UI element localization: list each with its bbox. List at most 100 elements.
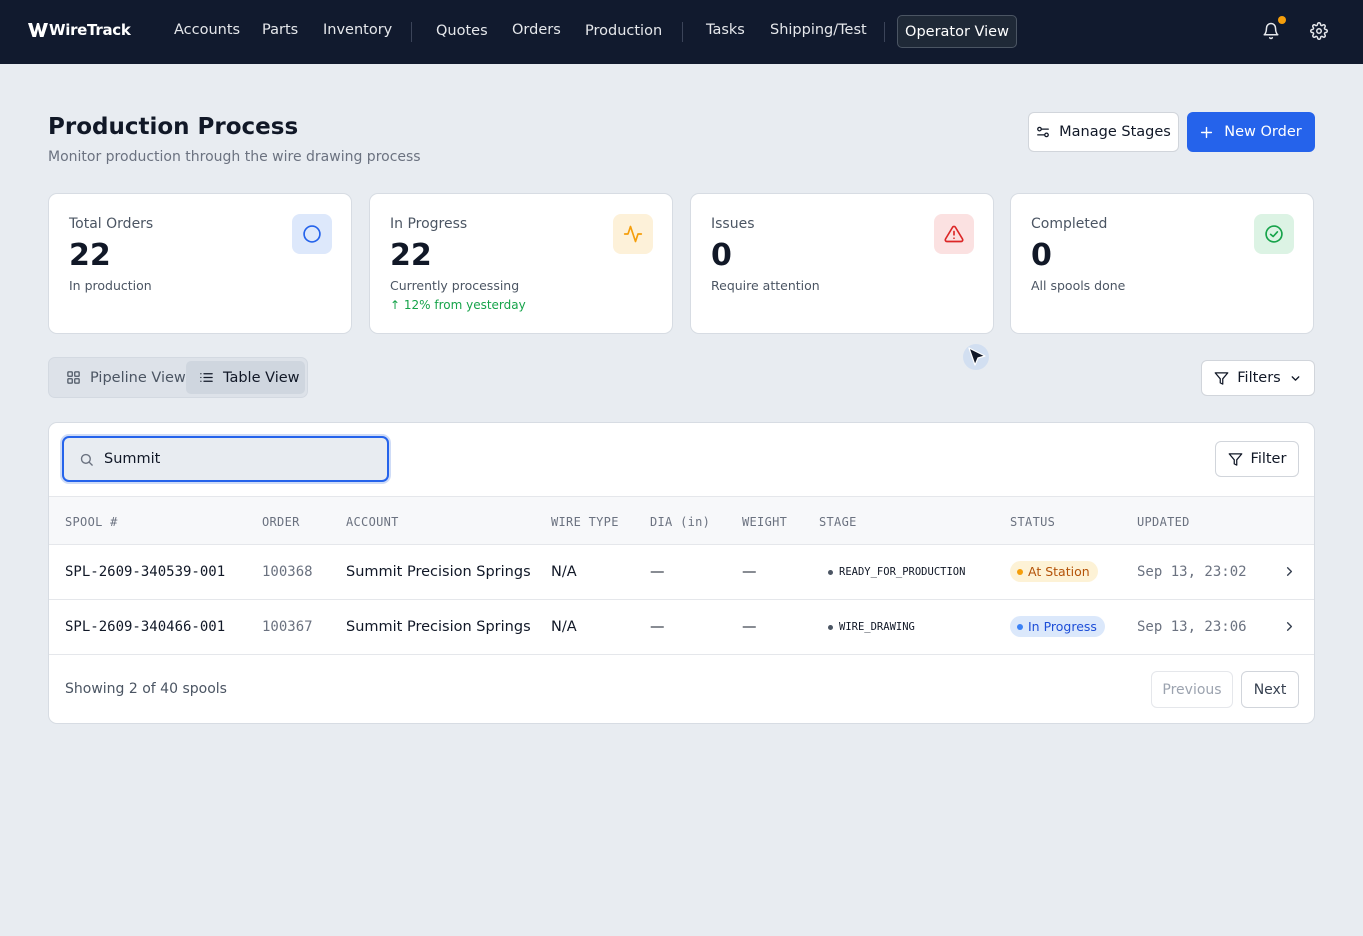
mouse-cursor-icon bbox=[963, 344, 989, 370]
next-page-button[interactable]: Next bbox=[1241, 671, 1299, 708]
manage-stages-button[interactable]: Manage Stages bbox=[1028, 112, 1179, 152]
table-view-label: Table View bbox=[223, 369, 300, 386]
cell-updated: Sep 13, 23:02 bbox=[1137, 564, 1247, 580]
col-dia[interactable]: DIA (in) bbox=[650, 515, 710, 529]
sliders-icon bbox=[1037, 126, 1050, 138]
cell-spool: SPL-2609-340466-001 bbox=[65, 619, 226, 635]
col-wire-type[interactable]: WIRE TYPE bbox=[551, 515, 619, 529]
filter-button[interactable]: Filter bbox=[1215, 441, 1299, 477]
cell-weight: — bbox=[742, 619, 757, 635]
cell-weight: — bbox=[742, 564, 757, 580]
stat-icon-wrap bbox=[613, 214, 653, 254]
alert-triangle-icon bbox=[944, 225, 964, 243]
manage-stages-label: Manage Stages bbox=[1059, 124, 1171, 140]
stage-dot bbox=[828, 624, 833, 630]
filters-label: Filters bbox=[1237, 370, 1281, 386]
stat-value: 22 bbox=[390, 238, 432, 273]
search-icon bbox=[80, 453, 93, 466]
stat-icon-wrap bbox=[292, 214, 332, 254]
stat-note: All spools done bbox=[1031, 278, 1126, 293]
stat-trend: ↑ 12% from yesterday bbox=[390, 298, 526, 312]
col-updated[interactable]: UPDATED bbox=[1137, 515, 1190, 529]
cell-stage: READY_FOR_PRODUCTION bbox=[828, 566, 965, 578]
stat-card-total-orders: Total Orders 22 In production bbox=[48, 193, 352, 334]
stage-label: READY_FOR_PRODUCTION bbox=[839, 566, 966, 578]
status-badge: In Progress bbox=[1010, 616, 1105, 637]
stat-icon-wrap bbox=[1254, 214, 1294, 254]
funnel-icon bbox=[1228, 452, 1242, 466]
stage-label: WIRE_DRAWING bbox=[839, 621, 915, 633]
nav-tasks[interactable]: Tasks bbox=[706, 22, 745, 38]
col-stage[interactable]: STAGE bbox=[819, 515, 857, 529]
operator-view-button[interactable]: Operator View bbox=[897, 15, 1017, 48]
check-circle-icon bbox=[1265, 225, 1283, 243]
chevron-down-icon bbox=[1291, 375, 1300, 381]
stat-label: Issues bbox=[711, 216, 755, 232]
cell-stage: WIRE_DRAWING bbox=[828, 621, 915, 633]
gear-icon[interactable] bbox=[1310, 22, 1328, 40]
filter-label: Filter bbox=[1250, 451, 1287, 467]
cell-order: 100367 bbox=[262, 619, 313, 635]
notification-dot bbox=[1278, 16, 1286, 24]
table-header: SPOOL # ORDER ACCOUNT WIRE TYPE DIA (in)… bbox=[49, 496, 1314, 545]
bell-icon[interactable] bbox=[1262, 22, 1280, 40]
previous-page-button[interactable]: Previous bbox=[1151, 671, 1233, 708]
nav-orders[interactable]: Orders bbox=[512, 22, 561, 38]
pagination-summary: Showing 2 of 40 spools bbox=[65, 681, 227, 697]
filters-dropdown-button[interactable]: Filters bbox=[1201, 360, 1315, 396]
nav-quotes[interactable]: Quotes bbox=[436, 23, 488, 39]
cell-dia: — bbox=[650, 564, 665, 580]
table-view-button[interactable]: Table View bbox=[186, 361, 305, 394]
cell-account: Summit Precision Springs bbox=[346, 564, 531, 580]
cell-account: Summit Precision Springs bbox=[346, 619, 531, 635]
stat-value: 22 bbox=[69, 238, 111, 273]
stat-card-in-progress: In Progress 22 Currently processing ↑ 12… bbox=[369, 193, 673, 334]
grid-icon bbox=[67, 371, 80, 384]
col-spool[interactable]: SPOOL # bbox=[65, 515, 118, 529]
status-dot bbox=[1017, 568, 1023, 575]
pipeline-view-label: Pipeline View bbox=[90, 369, 186, 386]
search-input[interactable] bbox=[104, 451, 364, 467]
table-row[interactable]: SPL-2609-340539-001 100368 Summit Precis… bbox=[49, 545, 1314, 600]
cell-wire-type: N/A bbox=[551, 619, 577, 635]
stat-icon-wrap bbox=[934, 214, 974, 254]
col-weight[interactable]: WEIGHT bbox=[742, 515, 787, 529]
chevron-right-icon[interactable] bbox=[1282, 564, 1297, 579]
new-order-button[interactable]: New Order bbox=[1187, 112, 1315, 152]
brand-name: WireTrack bbox=[49, 21, 131, 39]
stat-note: Currently processing bbox=[390, 278, 520, 293]
pipeline-view-button[interactable]: Pipeline View bbox=[54, 361, 186, 394]
logo[interactable]: WireTrack bbox=[28, 21, 131, 39]
nav-parts[interactable]: Parts bbox=[262, 22, 298, 38]
page-subtitle: Monitor production through the wire draw… bbox=[48, 149, 421, 165]
col-account[interactable]: ACCOUNT bbox=[346, 515, 399, 529]
col-order[interactable]: ORDER bbox=[262, 515, 300, 529]
stat-label: Total Orders bbox=[69, 216, 154, 232]
new-order-label: New Order bbox=[1224, 124, 1302, 140]
cell-updated: Sep 13, 23:06 bbox=[1137, 619, 1247, 635]
nav-inventory[interactable]: Inventory bbox=[323, 22, 392, 38]
cell-spool: SPL-2609-340539-001 bbox=[65, 564, 226, 580]
spools-table-panel: Filter SPOOL # ORDER ACCOUNT WIRE TYPE D… bbox=[48, 422, 1315, 724]
stat-note: In production bbox=[69, 278, 152, 293]
list-icon bbox=[200, 373, 213, 382]
activity-icon bbox=[623, 225, 643, 243]
nav-divider bbox=[884, 22, 885, 42]
nav-accounts[interactable]: Accounts bbox=[174, 22, 240, 38]
col-status[interactable]: STATUS bbox=[1010, 515, 1055, 529]
funnel-icon bbox=[1214, 371, 1229, 385]
nav-divider bbox=[682, 22, 683, 42]
table-row[interactable]: SPL-2609-340466-001 100367 Summit Precis… bbox=[49, 600, 1314, 655]
chevron-right-icon[interactable] bbox=[1282, 619, 1297, 634]
stat-label: In Progress bbox=[390, 216, 468, 232]
top-nav: WireTrack Accounts Parts Inventory Quote… bbox=[0, 0, 1363, 64]
stat-card-issues: Issues 0 Require attention bbox=[690, 193, 994, 334]
nav-production[interactable]: Production bbox=[585, 23, 662, 39]
nav-shipping-test[interactable]: Shipping/Test bbox=[770, 22, 867, 38]
search-box[interactable] bbox=[62, 436, 389, 482]
stat-value: 0 bbox=[711, 238, 732, 273]
status-label: In Progress bbox=[1028, 619, 1097, 634]
cell-order: 100368 bbox=[262, 564, 313, 580]
stat-value: 0 bbox=[1031, 238, 1052, 273]
cell-wire-type: N/A bbox=[551, 564, 577, 580]
